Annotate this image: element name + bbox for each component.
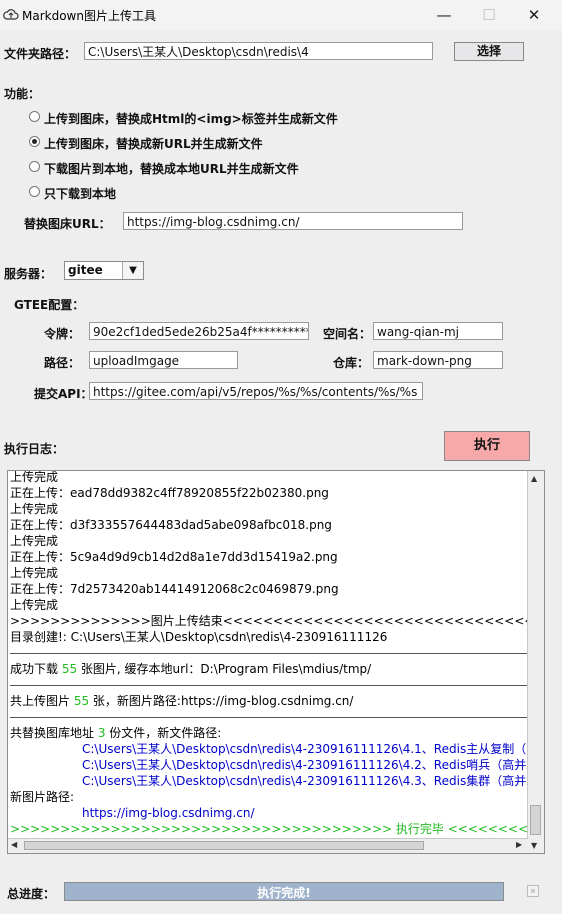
api-input[interactable]: https://gitee.com/api/v5/repos/%s/%s/con… — [89, 382, 423, 400]
log-vertical-thumb[interactable] — [530, 805, 541, 835]
log-separator — [10, 645, 530, 661]
folder-path-label: 文件夹路径： — [4, 47, 77, 61]
log-line: 上传完成 — [10, 534, 59, 548]
scroll-right-icon[interactable]: ▶ — [516, 840, 522, 849]
token-label: 令牌： — [44, 327, 81, 341]
function-label: 功能： — [4, 87, 41, 101]
execute-button[interactable]: 执行 — [444, 431, 530, 461]
option-new-url-radio[interactable] — [29, 136, 40, 147]
scroll-left-icon[interactable]: ◀ — [11, 840, 17, 849]
replace-url-input[interactable]: https://img-blog.csdnimg.cn/ — [123, 212, 463, 230]
option-html-img-radio[interactable] — [29, 111, 40, 122]
log-file-link: C:\Users\王某人\Desktop\csdn\redis\4-230916… — [82, 742, 530, 756]
close-button[interactable]: ✕ — [514, 4, 554, 26]
api-label: 提交API： — [34, 387, 93, 401]
log-line: >>>>>>>>>>>>>>图片上传结束<<<<<<<<<<<<<<<<<<<<… — [10, 614, 530, 628]
token-input[interactable]: 90e2cf1ded5ede26b25a4f************* — [89, 322, 309, 340]
log-file-link: C:\Users\王某人\Desktop\csdn\redis\4-230916… — [82, 774, 530, 788]
progress-label: 总进度： — [7, 887, 56, 901]
log-panel[interactable]: 上传完成 正在上传：ead78dd9382c4ff78920855f22b023… — [7, 470, 545, 854]
log-line: >>>>>>>>>>>>>>>>>>>>>>>>>>>>>>>>>>>>>> 执… — [10, 822, 530, 836]
log-file-link: C:\Users\王某人\Desktop\csdn\redis\4-230916… — [82, 758, 530, 772]
option-download-only-label[interactable]: 只下载到本地 — [44, 185, 116, 202]
log-line: 正在上传：d3f333557644483dad5abe098afbc018.pn… — [10, 518, 332, 532]
log-line: 上传完成 — [10, 598, 59, 612]
option-new-url-label[interactable]: 上传到图床，替换成新URL并生成新文件 — [44, 135, 263, 152]
maximize-button: ☐ — [482, 6, 496, 24]
log-label: 执行日志： — [4, 442, 65, 456]
path-input[interactable]: uploadImgage — [89, 351, 238, 369]
server-label: 服务器： — [4, 267, 53, 281]
namespace-label: 空间名： — [323, 327, 372, 341]
resize-grip-icon — [527, 885, 539, 897]
path-label: 路径： — [44, 356, 81, 370]
log-line: 成功下载 55 张图片, 缓存本地url：D:\Program Files\md… — [10, 662, 372, 676]
window-title: Markdown图片上传工具 — [22, 9, 156, 23]
log-line: 共替换图库地址 3 份文件，新文件路径: — [10, 726, 222, 740]
repo-input[interactable]: mark-down-png — [373, 351, 503, 369]
log-url-link: https://img-blog.csdnimg.cn/ — [82, 806, 255, 820]
log-line: 正在上传：7d2573420ab14414912068c2c0469879.pn… — [10, 582, 339, 596]
log-line: 目录创建!: C:\Users\王某人\Desktop\csdn\redis\4… — [10, 630, 388, 644]
minimize-button[interactable]: — — [424, 4, 464, 26]
progress-bar: 执行完成! — [64, 882, 504, 901]
log-line: 正在上传：5c9a4d9d9cb14d2d8a1e7dd3d15419a2.pn… — [10, 550, 338, 564]
choose-folder-button[interactable]: 选择 — [454, 42, 524, 61]
option-download-only-radio[interactable] — [29, 186, 40, 197]
scroll-up-icon[interactable]: ▲ — [531, 474, 537, 483]
option-download-local-label[interactable]: 下载图片到本地，替换成本地URL并生成新文件 — [44, 160, 299, 177]
gitee-config-label: GTEE配置： — [14, 298, 85, 312]
log-line: 上传完成 — [10, 502, 59, 516]
log-line: 新图片路径: — [10, 790, 75, 804]
log-horizontal-thumb[interactable] — [24, 841, 424, 850]
log-line: 共上传图片 55 张，新图片路径:https://img-blog.csdnim… — [10, 694, 354, 708]
log-text: 上传完成 正在上传：ead78dd9382c4ff78920855f22b023… — [10, 470, 530, 837]
cloud-upload-icon — [3, 9, 19, 20]
log-separator — [10, 677, 530, 693]
log-horizontal-scrollbar[interactable]: ◀ ▶ — [8, 838, 528, 853]
scroll-down-icon[interactable]: ▼ — [531, 841, 537, 850]
log-separator — [10, 709, 530, 725]
folder-path-input[interactable]: C:\Users\王某人\Desktop\csdn\redis\4 — [84, 42, 433, 60]
log-line: 上传完成 — [10, 470, 59, 484]
option-html-img-label[interactable]: 上传到图床，替换成Html的<img>标签并生成新文件 — [44, 110, 338, 127]
replace-url-label: 替换图床URL： — [24, 217, 111, 231]
progress-text: 执行完成! — [257, 886, 311, 900]
server-select-value: gitee — [68, 263, 103, 277]
server-select[interactable]: gitee ▼ — [64, 261, 144, 280]
chevron-down-icon[interactable]: ▼ — [122, 262, 143, 279]
log-vertical-scrollbar[interactable]: ▲ ▼ — [527, 471, 544, 853]
option-download-local-radio[interactable] — [29, 161, 40, 172]
namespace-input[interactable]: wang-qian-mj — [373, 322, 503, 340]
log-line: 上传完成 — [10, 566, 59, 580]
repo-label: 仓库： — [333, 356, 370, 370]
log-line: 正在上传：ead78dd9382c4ff78920855f22b02380.pn… — [10, 486, 329, 500]
